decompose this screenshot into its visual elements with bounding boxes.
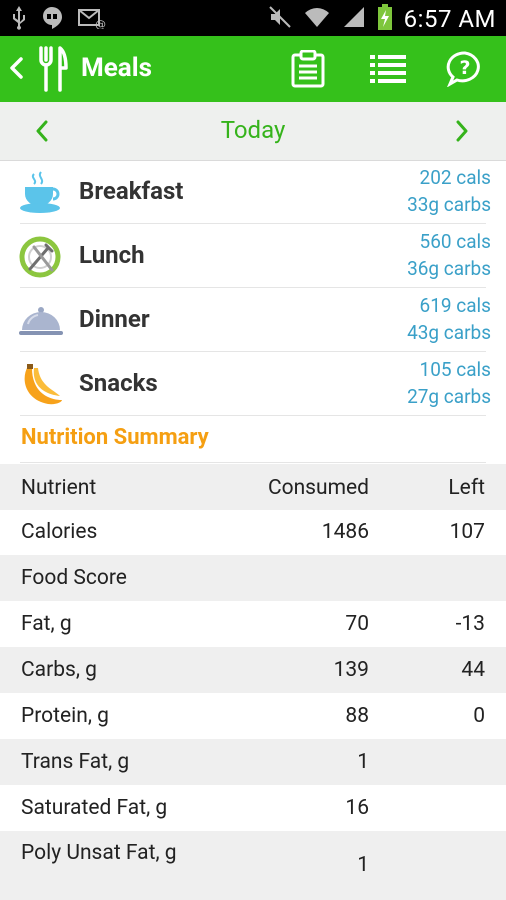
- nutrient-name: Calories: [21, 520, 98, 544]
- clock-time: 6:57 AM: [403, 5, 496, 33]
- meal-row-dinner[interactable]: Dinner 619 cals 43g carbs: [0, 288, 506, 352]
- hangouts-icon: [40, 6, 64, 34]
- table-row: Carbs, g 139 44: [0, 647, 506, 693]
- current-day-label[interactable]: Today: [0, 116, 506, 144]
- nutrient-consumed: 139: [333, 658, 369, 682]
- nutrient-consumed: 1: [357, 750, 369, 774]
- nutrient-consumed: 70: [345, 612, 369, 636]
- nutrient-consumed: 88: [345, 704, 369, 728]
- svg-text:@: @: [95, 18, 106, 29]
- nutrient-left: 44: [461, 658, 485, 682]
- svg-text:?: ?: [459, 57, 470, 79]
- battery-icon: [377, 4, 392, 34]
- coffee-cup-icon: [18, 170, 64, 216]
- mute-icon: [268, 5, 292, 33]
- meal-carbs: 27g carbs: [407, 385, 491, 408]
- nutrient-name: Protein, g: [21, 704, 109, 728]
- meal-calories: 619 cals: [419, 294, 491, 317]
- table-row: Saturated Fat, g 16: [0, 785, 506, 831]
- clipboard-icon[interactable]: [291, 49, 325, 92]
- nutrient-consumed: 1486: [321, 520, 369, 544]
- app-bar: Meals ?: [0, 36, 506, 102]
- plate-fork-knife-icon: [18, 234, 64, 280]
- nutrition-summary-title: Nutrition Summary: [21, 425, 209, 450]
- status-bar: @ 6:57 AM: [0, 0, 506, 36]
- table-row: Food Score: [0, 555, 506, 601]
- back-chevron-icon[interactable]: [7, 56, 25, 84]
- next-day-chevron-icon[interactable]: [454, 119, 470, 147]
- usb-icon: [12, 6, 26, 34]
- nutrient-left: 0: [473, 704, 485, 728]
- wifi-icon: [304, 5, 330, 33]
- app-title: Meals: [81, 53, 152, 83]
- cloche-icon: [18, 298, 64, 344]
- table-row: Poly Unsat Fat, g 1: [0, 831, 506, 900]
- nutrient-left: 107: [449, 520, 485, 544]
- nutrient-name: Saturated Fat, g: [21, 796, 168, 820]
- fork-knife-icon[interactable]: [38, 46, 68, 96]
- email-icon: @: [78, 7, 106, 33]
- nutrient-name: Fat, g: [21, 612, 72, 636]
- table-row: Protein, g 88 0: [0, 693, 506, 739]
- column-header-nutrient: Nutrient: [21, 476, 97, 500]
- meal-carbs: 43g carbs: [407, 321, 491, 344]
- banana-icon: [18, 362, 64, 408]
- nutrient-name: Carbs, g: [21, 658, 97, 682]
- signal-icon: [342, 5, 366, 33]
- meal-calories: 560 cals: [419, 230, 491, 253]
- table-row: Trans Fat, g 1: [0, 739, 506, 785]
- divider: [20, 415, 486, 416]
- divider: [20, 462, 486, 463]
- nutrient-left: -13: [455, 612, 485, 636]
- meal-calories: 202 cals: [419, 166, 491, 189]
- nutrient-name: Poly Unsat Fat, g: [21, 841, 177, 865]
- table-row: Fat, g 70 -13: [0, 601, 506, 647]
- list-icon[interactable]: [370, 54, 406, 88]
- meal-name: Lunch: [79, 241, 145, 269]
- nutrient-consumed: 16: [345, 796, 369, 820]
- meal-row-breakfast[interactable]: Breakfast 202 cals 33g carbs: [0, 160, 506, 224]
- meal-carbs: 36g carbs: [407, 257, 491, 280]
- nutrient-consumed: 1: [357, 853, 369, 877]
- column-header-left: Left: [448, 476, 485, 500]
- meal-carbs: 33g carbs: [407, 193, 491, 216]
- table-header: Nutrient Consumed Left: [0, 464, 506, 510]
- meal-calories: 105 cals: [419, 358, 491, 381]
- nutrient-name: Trans Fat, g: [21, 750, 130, 774]
- meal-name: Dinner: [79, 305, 150, 333]
- column-header-consumed: Consumed: [267, 476, 369, 500]
- meal-name: Snacks: [79, 369, 158, 397]
- meal-row-snacks[interactable]: Snacks 105 cals 27g carbs: [0, 352, 506, 416]
- table-row: Calories 1486 107: [0, 510, 506, 555]
- meal-row-lunch[interactable]: Lunch 560 cals 36g carbs: [0, 224, 506, 288]
- meal-name: Breakfast: [79, 177, 184, 205]
- day-navigator: Today: [0, 102, 506, 161]
- help-icon[interactable]: ?: [446, 51, 484, 91]
- nutrient-name: Food Score: [21, 566, 127, 590]
